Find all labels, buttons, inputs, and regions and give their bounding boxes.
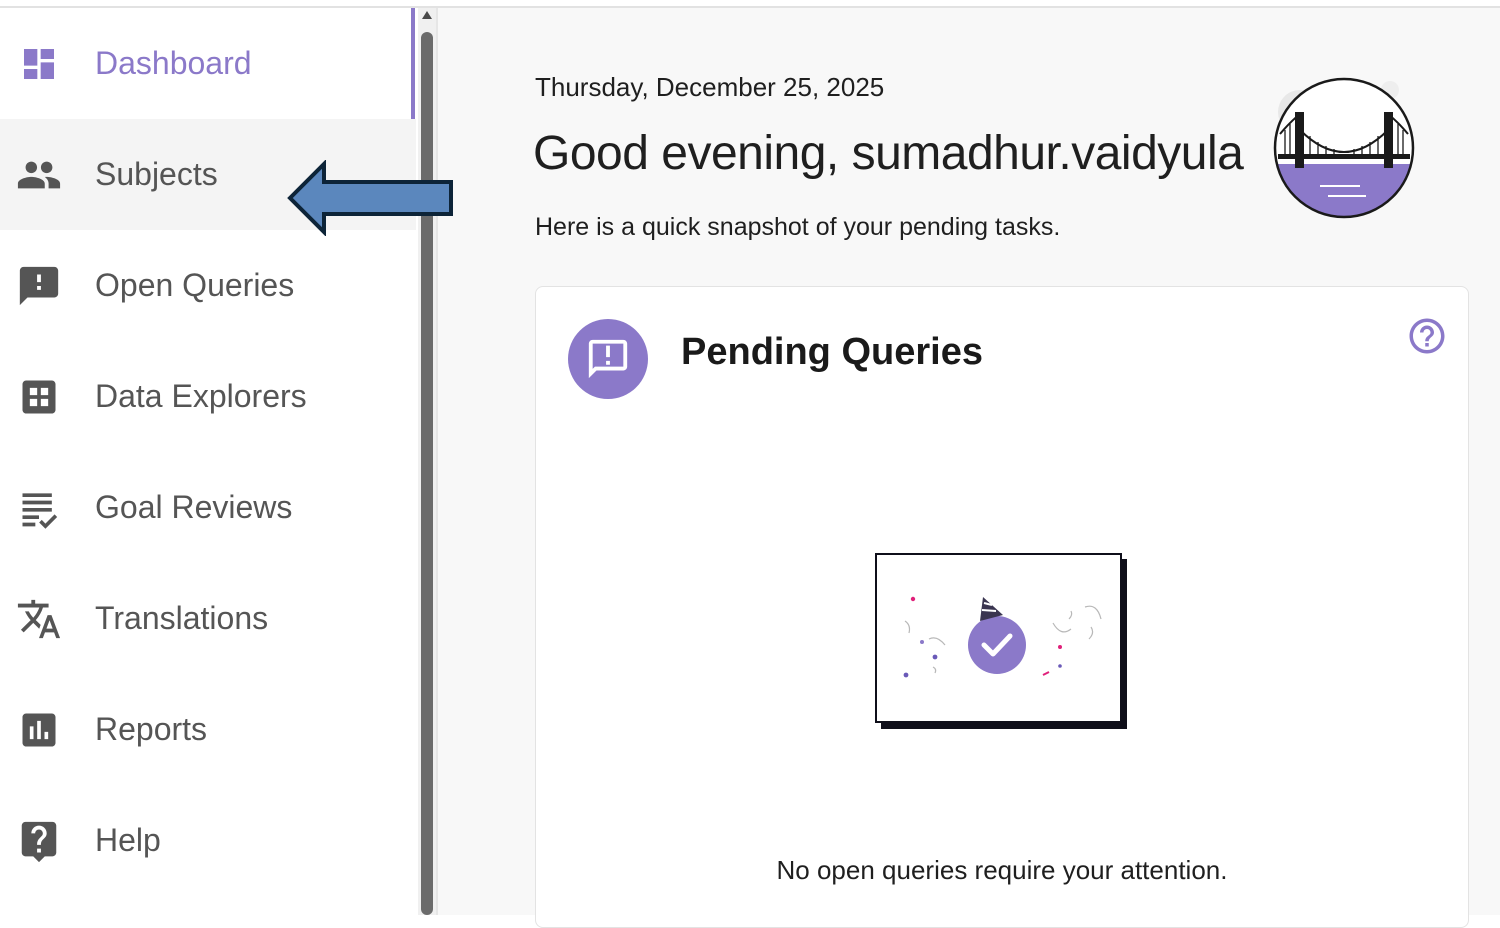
active-indicator [411,8,415,119]
translate-icon [16,596,62,642]
sidebar-item-label: Dashboard [95,45,252,81]
celebration-check-illustration [875,553,1127,729]
sidebar-item-label: Goal Reviews [95,489,293,525]
grid-icon [16,374,62,420]
sidebar-item-label: Help [95,822,161,858]
checklist-icon [16,485,62,531]
page-subtitle: Here is a quick snapshot of your pending… [535,213,1061,241]
help-circle-icon[interactable] [1406,315,1448,357]
dashboard-icon [16,41,62,87]
pending-queries-card: Pending Queries No open queries require … [535,286,1469,928]
feedback-icon [568,319,648,399]
feedback-icon [16,263,62,309]
sidebar-scrollbar[interactable] [418,8,436,915]
sidebar-item-goal-reviews[interactable]: Goal Reviews [0,452,416,563]
sidebar-item-label: Data Explorers [95,378,307,414]
sidebar-item-label: Open Queries [95,267,295,303]
sidebar: Dashboard Subjects Open Queries Data Exp… [0,8,418,915]
card-title: Pending Queries [681,331,983,373]
sidebar-item-label: Reports [95,711,208,747]
current-date: Thursday, December 25, 2025 [535,72,885,102]
main-content: Thursday, December 25, 2025 Good evening… [438,8,1500,928]
sidebar-item-label: Translations [95,600,269,636]
sidebar-item-help[interactable]: Help [0,785,416,896]
sidebar-item-translations[interactable]: Translations [0,563,416,674]
sidebar-item-data-explorers[interactable]: Data Explorers [0,341,416,452]
bar-chart-icon [16,707,62,753]
left-arrow-annotation-icon [287,160,453,236]
page-title: Good evening, sumadhur.vaidyula [533,127,1244,180]
help-icon [16,818,62,864]
people-icon [16,152,62,198]
empty-state-message: No open queries require your attention. [776,855,1228,885]
bridge-avatar-icon [1273,77,1415,219]
scroll-up-arrow-icon[interactable] [421,10,433,24]
sidebar-item-reports[interactable]: Reports [0,674,416,785]
sidebar-item-dashboard[interactable]: Dashboard [0,8,416,119]
sidebar-item-open-queries[interactable]: Open Queries [0,230,416,341]
sidebar-item-label: Subjects [95,156,218,192]
